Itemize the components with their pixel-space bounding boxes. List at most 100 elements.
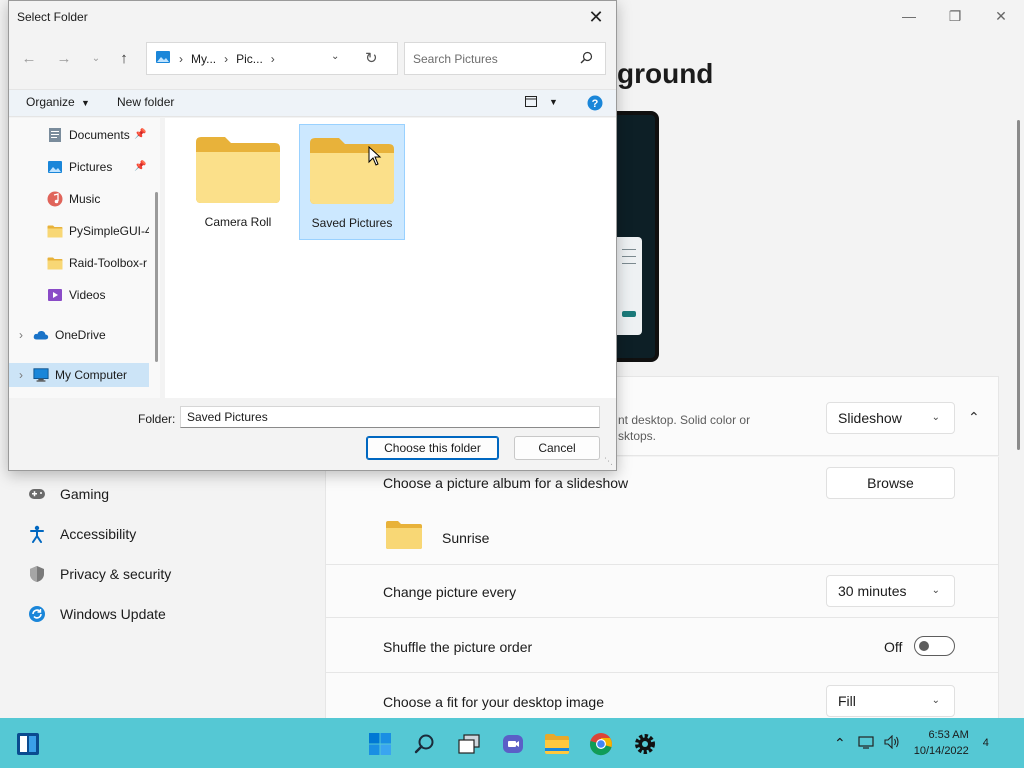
chevron-right-icon: ›: [270, 51, 275, 66]
sidebar-item-label: Privacy & security: [60, 566, 172, 582]
caret-down-icon: ▼: [81, 98, 90, 108]
page-title: ground: [617, 58, 714, 89]
fit-dropdown[interactable]: Fill ⌄: [826, 685, 955, 717]
chevron-right-icon[interactable]: ›: [19, 368, 23, 382]
organize-button[interactable]: Organize ▼: [26, 95, 90, 109]
shield-icon: [28, 565, 46, 583]
tree-item-pysimplegui[interactable]: PySimpleGUI-4: [9, 219, 149, 243]
shuffle-toggle[interactable]: [914, 636, 955, 656]
recent-locations-icon[interactable]: ⌄: [84, 46, 108, 70]
sidebar-item-gaming[interactable]: Gaming: [16, 474, 316, 514]
tree-item-music[interactable]: Music: [9, 187, 149, 211]
choose-folder-button[interactable]: Choose this folder: [366, 436, 499, 460]
pin-icon: 📌: [134, 129, 147, 140]
breadcrumb-segment[interactable]: My...: [191, 52, 216, 66]
chrome-icon[interactable]: [588, 731, 614, 757]
cancel-button[interactable]: Cancel: [514, 436, 600, 460]
fit-card: Choose a fit for your desktop image Fill…: [325, 673, 999, 723]
svg-text:?: ?: [592, 98, 599, 110]
music-icon: [47, 191, 63, 207]
shuffle-label: Shuffle the picture order: [383, 639, 533, 655]
chevron-up-icon[interactable]: ⌃: [968, 409, 980, 426]
background-type-dropdown[interactable]: Slideshow ⌄: [826, 402, 955, 434]
album-label: Choose a picture album for a slideshow: [383, 475, 629, 491]
chevron-right-icon[interactable]: ›: [19, 328, 23, 342]
file-list: Camera Roll Saved Pictures: [165, 118, 616, 398]
teams-chat-icon[interactable]: [500, 731, 526, 757]
breadcrumb-segment[interactable]: Pic...: [236, 52, 263, 66]
settings-gear-icon[interactable]: [632, 731, 658, 757]
network-icon[interactable]: [858, 735, 874, 752]
dialog-title: Select Folder: [17, 10, 88, 24]
shuffle-state: Off: [884, 639, 903, 655]
clock[interactable]: 6:53 AM 10/14/2022: [914, 727, 969, 759]
folder-label: Folder:: [138, 412, 176, 426]
widgets-icon[interactable]: [15, 731, 41, 757]
sidebar-item-privacy[interactable]: Privacy & security: [16, 554, 316, 594]
folder-tile-saved-pictures[interactable]: Saved Pictures: [299, 124, 405, 240]
caret-down-icon[interactable]: ▼: [549, 97, 558, 107]
volume-icon[interactable]: [884, 734, 900, 752]
dialog-footer: Folder: Saved Pictures Choose this folde…: [9, 398, 616, 470]
tree-item-onedrive[interactable]: › OneDrive: [9, 323, 149, 347]
tree-item-pictures[interactable]: Pictures: [9, 155, 149, 179]
taskbar: ⌃ 6:53 AM 10/14/2022 4: [0, 718, 1024, 768]
view-options-icon[interactable]: [525, 96, 537, 110]
chevron-up-icon[interactable]: ⌃: [834, 735, 846, 752]
sidebar-item-accessibility[interactable]: Accessibility: [16, 514, 316, 554]
new-folder-button[interactable]: New folder: [117, 95, 174, 109]
chevron-right-icon: ›: [179, 51, 183, 66]
help-icon[interactable]: ?: [587, 95, 603, 114]
shuffle-card: Shuffle the picture order Off: [325, 618, 999, 673]
tree-scrollbar[interactable]: [155, 192, 158, 362]
notification-count[interactable]: 4: [983, 737, 989, 749]
tree-item-documents[interactable]: Documents: [9, 123, 149, 147]
search-input[interactable]: Search Pictures: [404, 42, 606, 75]
folder-icon: [385, 520, 423, 553]
chevron-down-icon: ⌄: [931, 412, 940, 423]
sidebar-item-windows-update[interactable]: Windows Update: [16, 594, 316, 634]
tree-item-videos[interactable]: Videos: [9, 283, 149, 307]
sidebar-item-label: Windows Update: [60, 606, 166, 622]
change-picture-dropdown[interactable]: 30 minutes ⌄: [826, 575, 955, 607]
chevron-down-icon[interactable]: ⌄: [331, 51, 339, 62]
sidebar-item-label: Accessibility: [60, 526, 137, 542]
settings-scrollbar[interactable]: [1017, 120, 1020, 450]
update-icon: [28, 605, 46, 623]
chevron-down-icon: ⌄: [931, 585, 940, 596]
folder-icon: [47, 223, 63, 239]
close-icon[interactable]: ✕: [584, 5, 608, 29]
file-explorer-icon[interactable]: [544, 731, 570, 757]
up-arrow-icon[interactable]: ↑: [112, 46, 136, 70]
back-arrow-icon[interactable]: ←: [17, 46, 41, 70]
command-bar: Organize ▼ New folder ▼ ?: [9, 89, 616, 117]
forward-arrow-icon[interactable]: →: [52, 46, 76, 70]
address-bar[interactable]: › My... › Pic... › ⌄ ↻: [146, 42, 398, 75]
documents-icon: [47, 127, 63, 143]
close-button[interactable]: ✕: [978, 0, 1024, 32]
minimize-button[interactable]: —: [886, 0, 932, 32]
mouse-cursor-icon: [368, 145, 382, 169]
navigation-pane: Documents 📌 Pictures 📌 Music PySimpleGUI…: [9, 118, 160, 398]
chevron-right-icon: ›: [224, 51, 229, 66]
start-icon[interactable]: [367, 731, 393, 757]
window-controls: — ❐ ✕: [886, 0, 1024, 32]
chevron-down-icon: ⌄: [931, 695, 940, 706]
desktop-preview: [610, 111, 659, 362]
folder-tile-camera-roll[interactable]: Camera Roll: [185, 124, 291, 240]
search-icon: [580, 51, 593, 67]
resize-grip-icon[interactable]: ⋱: [604, 456, 613, 467]
folder-name-input[interactable]: Saved Pictures: [180, 406, 600, 428]
browse-button[interactable]: Browse: [826, 467, 955, 499]
background-description: nt desktop. Solid color or sktops.: [618, 413, 751, 443]
pin-icon: 📌: [134, 161, 147, 172]
tree-item-my-computer[interactable]: › My Computer: [9, 363, 149, 387]
system-tray: ⌃ 6:53 AM 10/14/2022 4: [834, 718, 989, 768]
search-icon[interactable]: [412, 731, 438, 757]
refresh-icon[interactable]: ↻: [365, 49, 378, 67]
maximize-button[interactable]: ❐: [932, 0, 978, 32]
album-card: Choose a picture album for a slideshow B…: [325, 457, 999, 565]
tree-item-raid-toolbox[interactable]: Raid-Toolbox-r: [9, 251, 149, 275]
folder-icon: [309, 137, 395, 208]
task-view-icon[interactable]: [456, 731, 482, 757]
